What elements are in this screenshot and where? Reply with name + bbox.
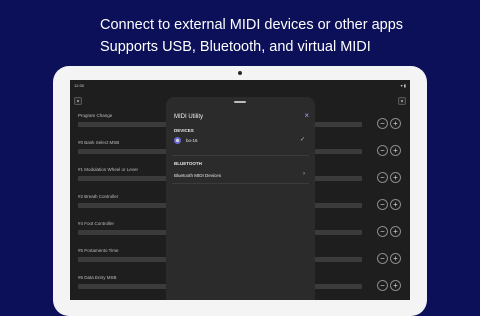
camera-icon <box>238 71 242 75</box>
app-screen: 12:30 ▾ ▮ Program Change − + #0 Bank Select… <box>70 80 410 300</box>
device-name: bo-16 <box>186 138 198 143</box>
divider <box>172 155 309 156</box>
decrement-button[interactable]: − <box>377 226 388 237</box>
increment-button[interactable]: + <box>390 199 401 210</box>
increment-button[interactable]: + <box>390 118 401 129</box>
drag-handle[interactable] <box>234 101 246 103</box>
bluetooth-midi-devices-item[interactable]: Bluetooth MIDI Devices › <box>172 171 309 181</box>
status-bar: 12:30 ▾ ▮ <box>74 83 406 89</box>
controller-label: #1 Modulation Wheel or Lever <box>78 167 139 172</box>
chevron-right-icon: › <box>303 171 305 177</box>
check-icon: ✓ <box>299 137 305 143</box>
decrement-button[interactable]: − <box>377 145 388 156</box>
decrement-button[interactable]: − <box>377 253 388 264</box>
controller-label: #4 Foot Controller <box>78 221 115 226</box>
controller-label: #0 Bank Select MSB <box>78 140 120 145</box>
controller-label: #5 Portamento Time <box>78 248 119 253</box>
increment-button[interactable]: + <box>390 253 401 264</box>
menu-button[interactable] <box>74 97 82 105</box>
bluetooth-item-label: Bluetooth MIDI Devices <box>174 173 222 178</box>
status-icons: ▾ ▮ <box>400 83 406 88</box>
increment-button[interactable]: + <box>390 145 401 156</box>
decrement-button[interactable]: − <box>377 118 388 129</box>
decrement-button[interactable]: − <box>377 280 388 291</box>
controller-label: #6 Data Entry MSB <box>78 275 117 280</box>
increment-button[interactable]: + <box>390 226 401 237</box>
bluetooth-header: BLUETOOTH <box>174 161 202 166</box>
controller-label: Program Change <box>78 113 113 118</box>
promo-line-1: Connect to external MIDI devices or othe… <box>100 17 404 33</box>
settings-button[interactable] <box>398 97 406 105</box>
settings-icon <box>401 100 403 102</box>
increment-button[interactable]: + <box>390 172 401 183</box>
controller-label: #2 Breath Controller <box>78 194 119 199</box>
midi-utility-sheet: MIDI Utility × DEVICES bo-16 ✓ BLUETOOTH… <box>166 97 315 300</box>
modal-title: MIDI Utility <box>174 114 203 120</box>
status-time: 12:30 <box>74 83 85 88</box>
close-icon[interactable]: × <box>304 112 309 120</box>
promo-line-2: Supports USB, Bluetooth, and virtual MID… <box>100 39 371 55</box>
decrement-button[interactable]: − <box>377 172 388 183</box>
increment-button[interactable]: + <box>390 280 401 291</box>
midi-device-icon <box>174 137 181 144</box>
decrement-button[interactable]: − <box>377 199 388 210</box>
divider <box>172 183 309 184</box>
devices-header: DEVICES <box>174 128 194 133</box>
promo-text: Connect to external MIDI devices or othe… <box>100 14 403 58</box>
device-item[interactable]: bo-16 ✓ <box>172 136 309 146</box>
menu-icon <box>77 100 79 102</box>
